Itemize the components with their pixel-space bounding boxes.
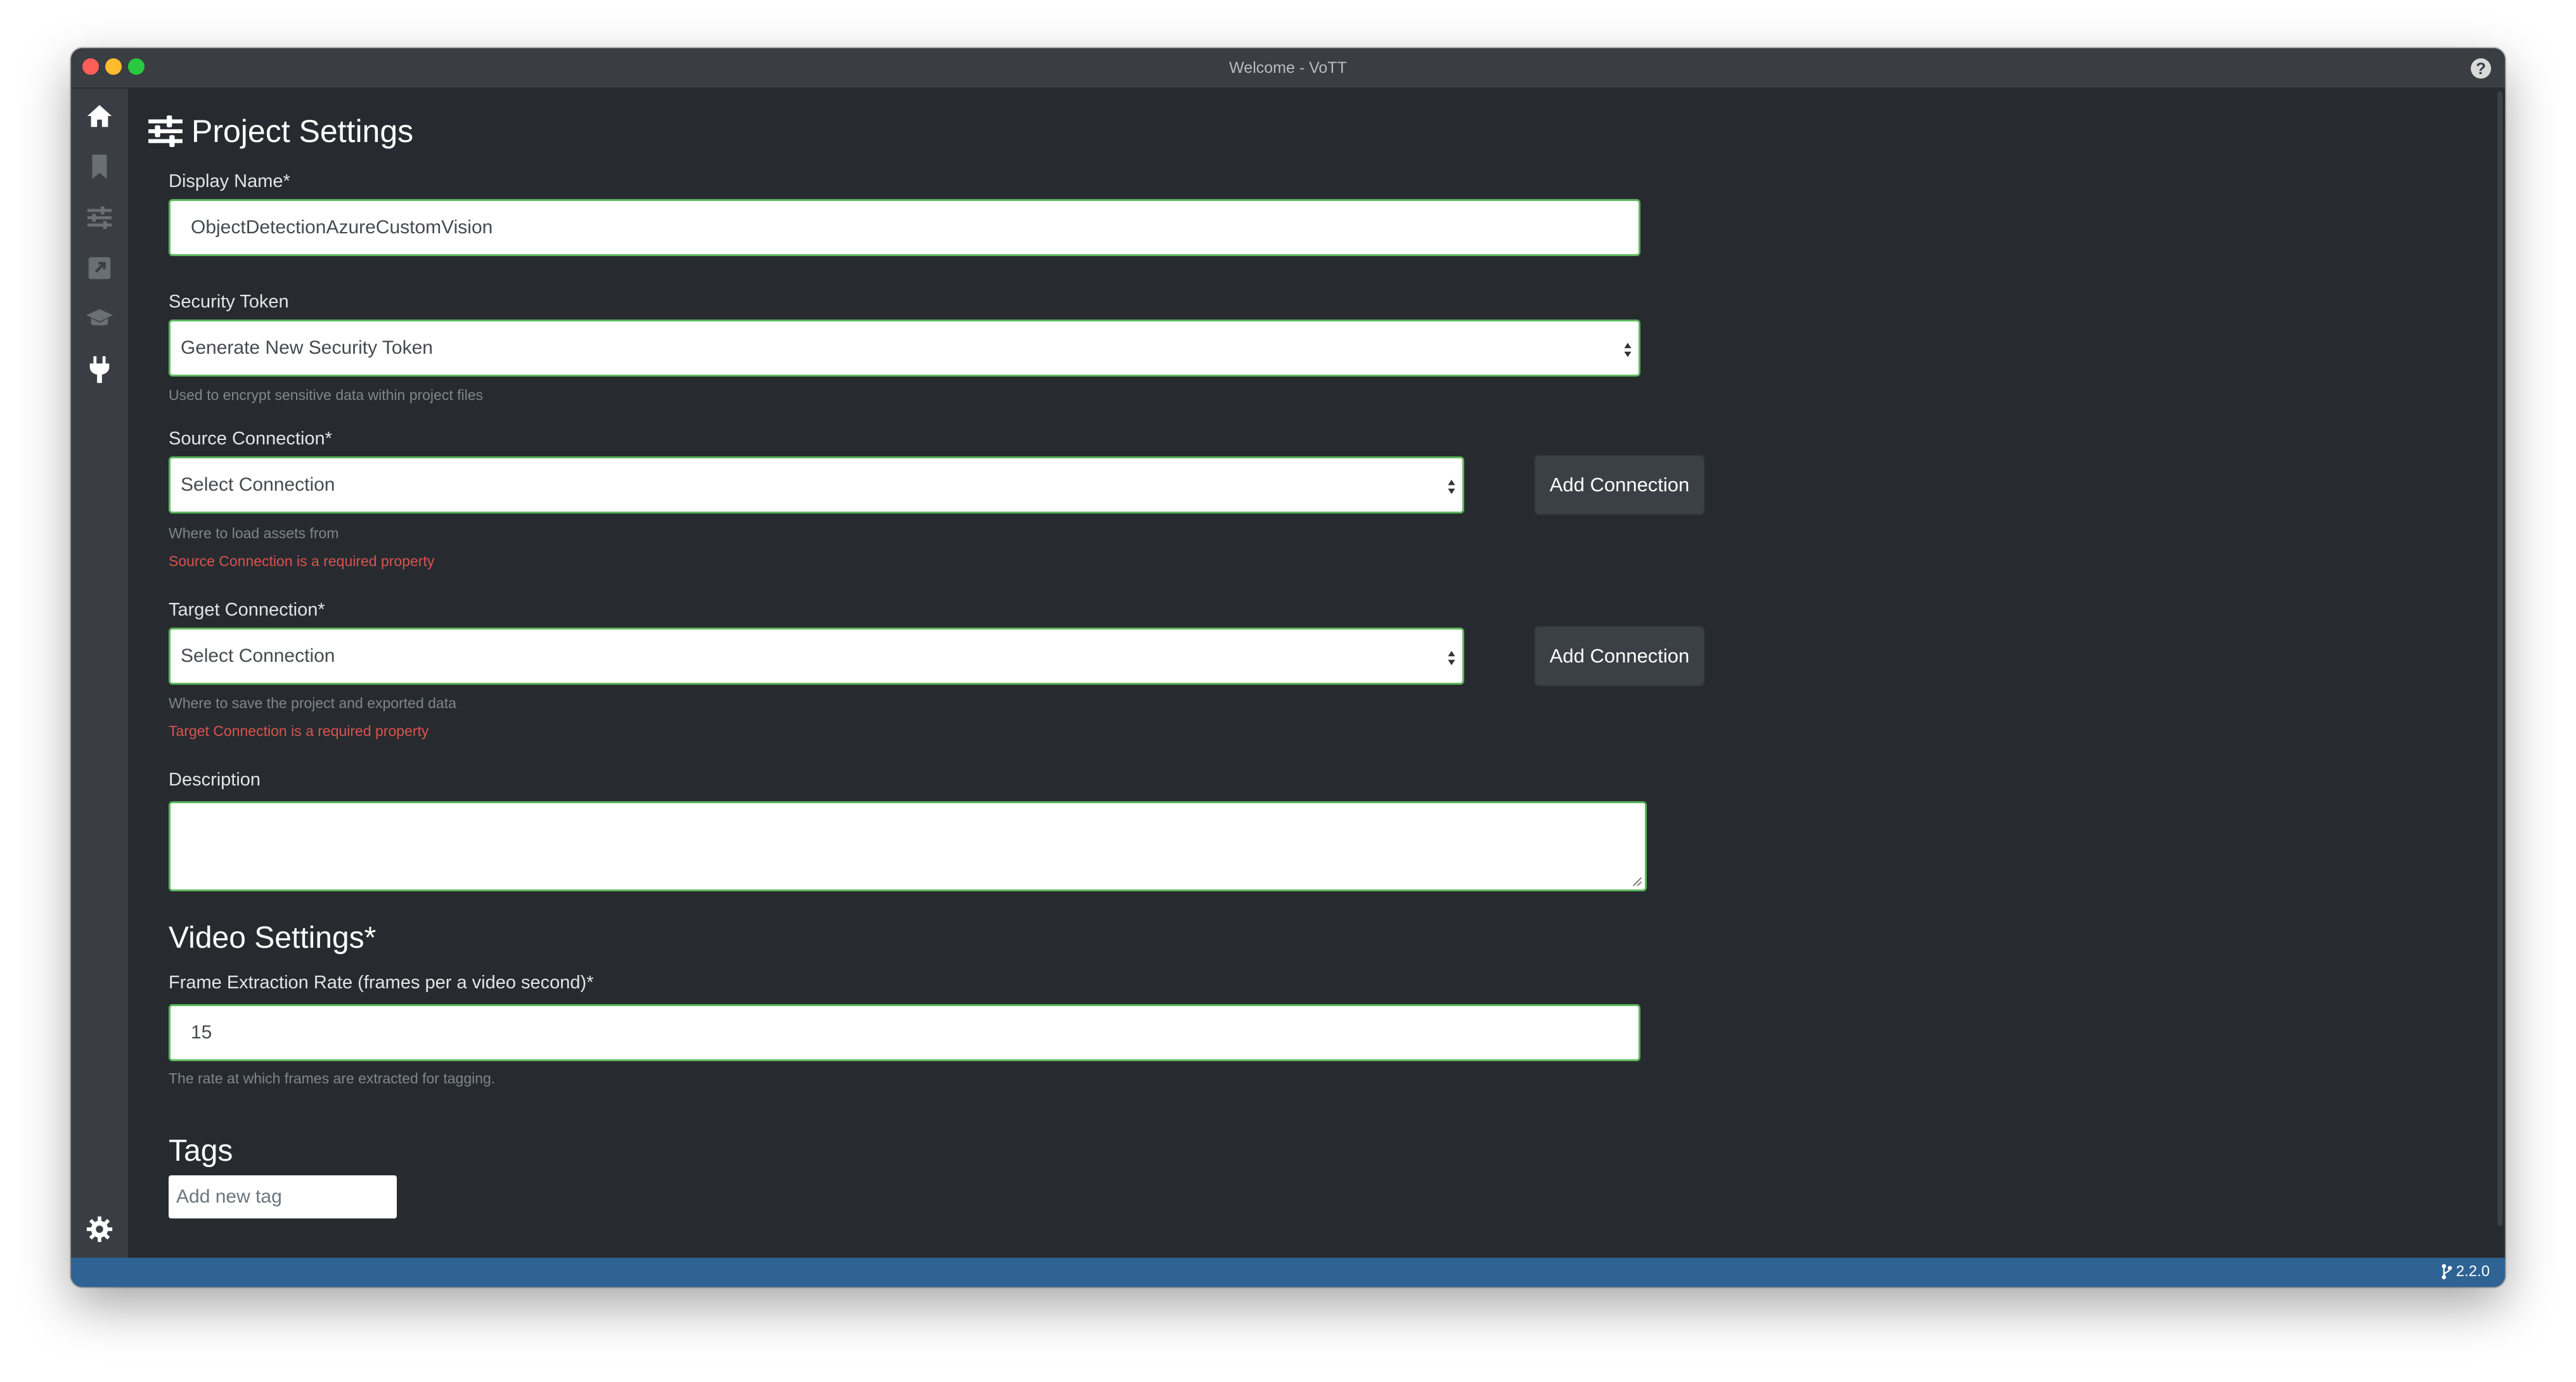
sliders-icon — [148, 115, 183, 147]
source-connection-help: Where to load assets from — [169, 525, 339, 541]
version-badge: 2.2.0 — [2441, 1263, 2490, 1281]
tags-heading: Tags — [169, 1134, 233, 1168]
window-title: Welcome - VoTT — [1229, 59, 1347, 77]
description-textarea[interactable] — [169, 801, 1647, 891]
sidebar — [71, 89, 128, 1258]
home-icon[interactable] — [85, 101, 114, 131]
export-icon[interactable] — [85, 254, 114, 283]
git-branch-icon — [2441, 1264, 2452, 1279]
page-title-text: Project Settings — [191, 113, 414, 149]
description-label: Description — [169, 770, 261, 790]
graduation-cap-icon[interactable] — [85, 304, 114, 333]
scrollbar[interactable] — [2497, 91, 2502, 1226]
frame-rate-input[interactable]: 15 — [169, 1004, 1640, 1061]
target-connection-help: Where to save the project and exported d… — [169, 695, 456, 711]
select-arrows-icon — [1448, 650, 1455, 666]
frame-rate-label: Frame Extraction Rate (frames per a vide… — [169, 972, 594, 993]
security-token-value: Generate New Security Token — [181, 337, 433, 358]
gear-icon[interactable] — [85, 1215, 114, 1244]
page-title: Project Settings — [147, 113, 413, 150]
display-name-label: Display Name* — [169, 171, 290, 191]
security-token-help: Used to encrypt sensitive data within pr… — [169, 387, 484, 403]
security-token-label: Security Token — [169, 292, 289, 312]
source-connection-label: Source Connection* — [169, 429, 332, 449]
version-text: 2.2.0 — [2456, 1263, 2490, 1280]
app-window: Welcome - VoTT ? Project Settings Displa… — [71, 48, 2505, 1287]
display-name-input[interactable]: ObjectDetectionAzureCustomVision — [169, 199, 1640, 256]
target-connection-value: Select Connection — [181, 645, 335, 666]
frame-rate-help: The rate at which frames are extracted f… — [169, 1070, 496, 1087]
select-arrows-icon — [1448, 479, 1455, 494]
target-connection-error: Target Connection is a required property — [169, 723, 429, 739]
bookmark-icon[interactable] — [85, 152, 114, 181]
sliders-icon[interactable] — [85, 203, 114, 232]
add-target-connection-button[interactable]: Add Connection — [1534, 626, 1705, 687]
plug-icon[interactable] — [85, 355, 114, 384]
help-icon[interactable]: ? — [2471, 58, 2491, 79]
video-settings-heading: Video Settings* — [169, 921, 377, 955]
add-source-connection-button[interactable]: Add Connection — [1534, 455, 1705, 515]
title-bar: Welcome - VoTT ? — [71, 48, 2505, 89]
main-content: Project Settings Display Name* ObjectDet… — [128, 89, 2505, 1258]
security-token-select[interactable]: Generate New Security Token — [169, 320, 1640, 377]
source-connection-value: Select Connection — [181, 474, 335, 495]
select-arrows-icon — [1624, 342, 1632, 358]
target-connection-label: Target Connection* — [169, 600, 325, 620]
source-connection-select[interactable]: Select Connection — [169, 456, 1464, 513]
target-connection-select[interactable]: Select Connection — [169, 628, 1464, 685]
add-tag-input[interactable]: Add new tag — [169, 1175, 397, 1218]
source-connection-error: Source Connection is a required property — [169, 553, 435, 569]
resize-handle-icon[interactable] — [1632, 877, 1642, 887]
status-bar: 2.2.0 — [71, 1258, 2505, 1287]
